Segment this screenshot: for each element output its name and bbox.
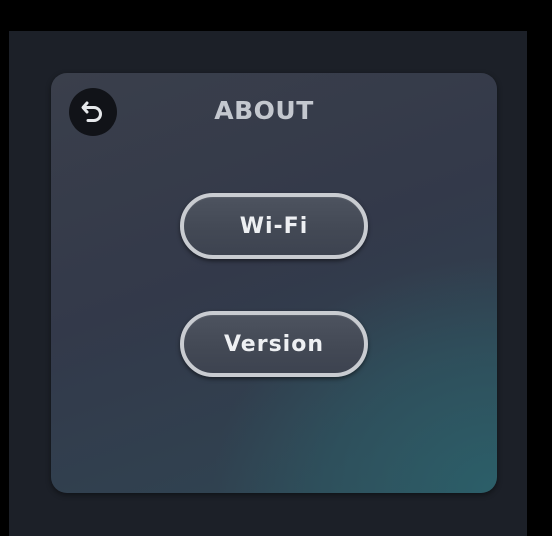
page-title: ABOUT: [214, 96, 314, 125]
wifi-button-label: Wi-Fi: [239, 213, 309, 239]
wifi-button[interactable]: Wi-Fi: [180, 193, 368, 259]
back-button[interactable]: [69, 88, 117, 136]
about-panel: [51, 73, 497, 493]
version-button-label: Version: [223, 331, 324, 357]
version-button[interactable]: Version: [180, 311, 368, 377]
